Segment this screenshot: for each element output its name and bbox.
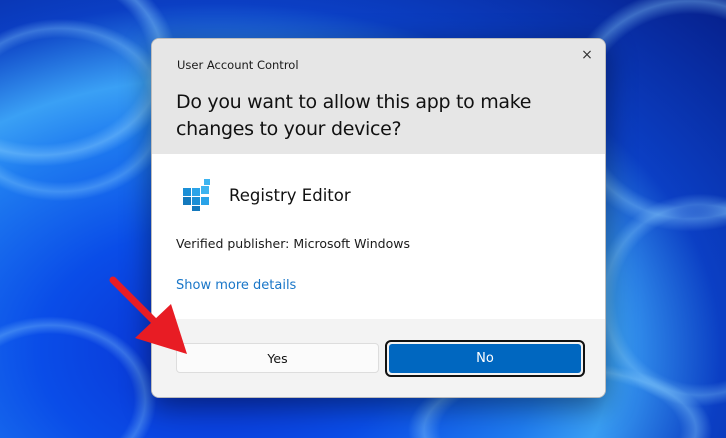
dialog-footer: Yes No — [152, 319, 605, 397]
dialog-header: User Account Control × Do you want to al… — [152, 39, 605, 154]
dialog-question: Do you want to allow this app to make ch… — [176, 91, 532, 140]
close-icon[interactable]: × — [577, 45, 597, 65]
no-button[interactable]: No — [389, 344, 581, 373]
no-button-focus-ring: No — [385, 340, 585, 377]
dialog-body: Registry Editor Verified publisher: Micr… — [152, 154, 605, 319]
verified-publisher: Verified publisher: Microsoft Windows — [176, 236, 410, 251]
red-arrow-annotation-icon — [109, 276, 187, 354]
dialog-title: User Account Control — [177, 58, 299, 72]
uac-dialog: User Account Control × Do you want to al… — [151, 38, 606, 398]
registry-editor-icon — [183, 179, 210, 211]
app-name: Registry Editor — [229, 185, 351, 205]
app-info: Registry Editor — [181, 178, 351, 212]
yes-button[interactable]: Yes — [176, 343, 379, 373]
